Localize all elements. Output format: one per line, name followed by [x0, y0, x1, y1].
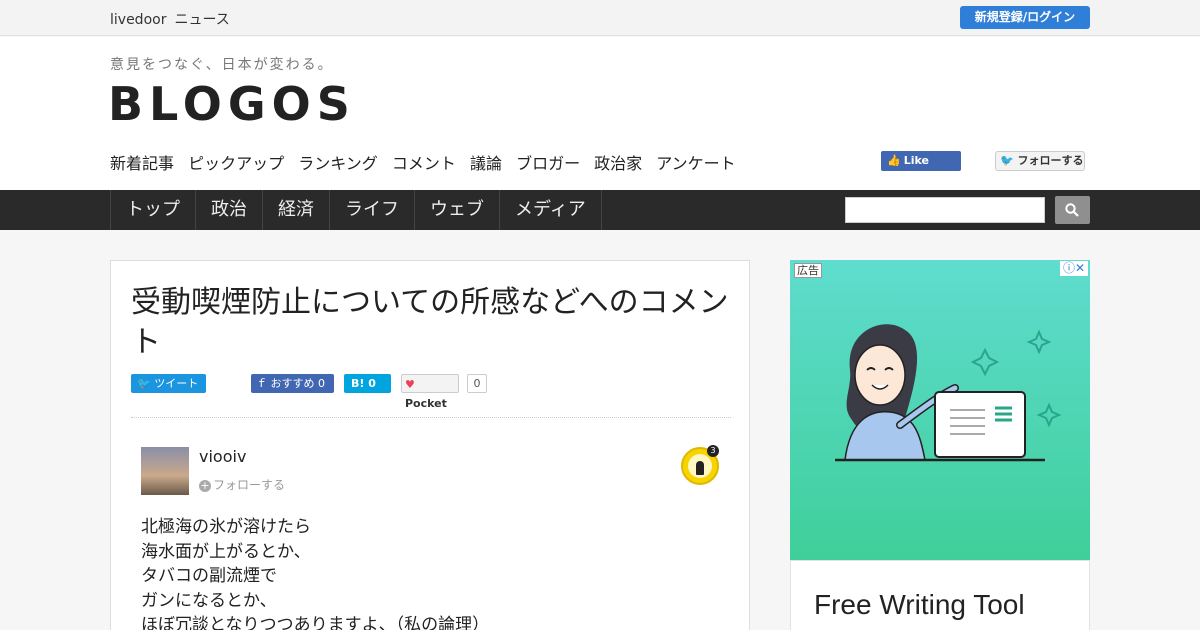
advertisement[interactable]: 広告 ⓘ✕ [790, 260, 1090, 560]
site-header: 意見をつなぐ、日本が変わる。 BLOGOS 新着記事 ピックアップ ランキング … [0, 37, 1200, 190]
nav-politics[interactable]: 政治 [196, 190, 263, 230]
subnav-blogger[interactable]: ブロガー [516, 154, 580, 173]
facebook-icon: ｆ [256, 377, 267, 390]
subnav-politician[interactable]: 政治家 [594, 154, 642, 173]
person-icon [696, 461, 704, 475]
author-name[interactable]: viooiv [199, 447, 246, 466]
fb-like-label: Like [903, 154, 929, 167]
ad-text-panel[interactable]: Free Writing Tool [790, 560, 1090, 630]
facebook-recommend-button[interactable]: ｆ おすすめ 0 [251, 374, 334, 393]
signup-login-button[interactable]: 新規登録/ログイン [960, 6, 1090, 29]
osusume-count: 0 [318, 377, 325, 390]
livedoor-brand[interactable]: livedoor ニュース [110, 9, 238, 29]
fb-like-count: 132K [887, 174, 916, 187]
twitter-bird-icon: 🐦 [1000, 154, 1014, 167]
nav-media[interactable]: メディア [500, 190, 602, 230]
tweet-button[interactable]: 🐦 ツイート [131, 374, 206, 393]
ad-headline[interactable]: Free Writing Tool [814, 589, 1025, 621]
author-badge: 3 [681, 445, 719, 485]
subnav-survey[interactable]: アンケート [656, 154, 735, 173]
follow-label: フォローする [213, 478, 286, 492]
nav-economy[interactable]: 経済 [263, 190, 330, 230]
twitter-bird-icon: 🐦 [137, 377, 151, 390]
nav-web[interactable]: ウェブ [415, 190, 500, 230]
search-input[interactable] [845, 197, 1045, 223]
plus-icon: + [199, 479, 211, 492]
follow-author-link[interactable]: + フォローする [199, 476, 285, 493]
tweet-label: ツイート [154, 377, 199, 390]
article-body: 北極海の氷が溶けたら 海水面が上がるとか、 タバコの副流煙で ガンになるとか、 … [141, 515, 489, 630]
site-tagline: 意見をつなぐ、日本が変わる。 [110, 57, 334, 73]
twitter-follow-button[interactable]: 🐦 フォローする [995, 151, 1085, 171]
article-card: 受動喫煙防止についての所感などへのコメント 🐦 ツイート ｆ おすすめ 0 B!… [110, 260, 750, 630]
brand-news[interactable]: ニュース [174, 12, 229, 28]
main-navigation: トップ 政治 経済 ライフ ウェブ メディア [0, 190, 1200, 230]
site-logo[interactable]: BLOGOS [108, 77, 356, 131]
search-icon [1065, 203, 1079, 217]
divider [131, 417, 731, 418]
hatena-icon: B! [351, 377, 365, 390]
brand-livedoor[interactable]: livedoor [110, 12, 166, 28]
body-line: 北極海の氷が溶けたら [141, 517, 311, 537]
tw-follow-label: フォローする [1017, 154, 1084, 167]
badge-level: 3 [707, 445, 719, 457]
body-line: タバコの副流煙で [141, 566, 277, 586]
osusume-label: おすすめ [270, 377, 315, 390]
thumbs-up-icon: 👍 [887, 154, 901, 167]
pocket-label: Pocket [405, 397, 447, 410]
hatena-bookmark-button[interactable]: B! 0 [344, 374, 391, 393]
subnav-new[interactable]: 新着記事 [110, 154, 174, 173]
category-tabs: トップ 政治 経済 ライフ ウェブ メディア [110, 190, 602, 230]
pocket-button[interactable]: ♥ Pocket [401, 374, 459, 410]
facebook-like-button[interactable]: 👍 Like 132K [881, 151, 961, 187]
search-button[interactable] [1055, 196, 1090, 224]
top-bar: livedoor ニュース 新規登録/ログイン [0, 0, 1200, 36]
body-line: 海水面が上がるとか、 [141, 541, 311, 562]
ad-illustration [835, 324, 1062, 462]
body-line: ほぼ冗談となりつつありますよ、（私の論理） [141, 615, 490, 630]
subnav-pickup[interactable]: ピックアップ [188, 154, 284, 173]
nav-top[interactable]: トップ [111, 190, 196, 230]
body-line: ガンになるとか、 [141, 590, 277, 611]
subnav-ranking[interactable]: ランキング [298, 154, 378, 173]
nav-life[interactable]: ライフ [330, 190, 415, 230]
sub-navigation: 新着記事 ピックアップ ランキング コメント 議論 ブロガー 政治家 アンケート [110, 150, 745, 174]
hatena-count: 0 [368, 377, 376, 390]
author-avatar[interactable] [141, 447, 189, 495]
subnav-comment[interactable]: コメント [392, 154, 456, 173]
pocket-count: 0 [467, 374, 487, 393]
pocket-icon: ♥ [405, 378, 415, 391]
subnav-debate[interactable]: 議論 [470, 154, 502, 173]
article-title: 受動喫煙防止についての所感などへのコメント [131, 285, 729, 360]
